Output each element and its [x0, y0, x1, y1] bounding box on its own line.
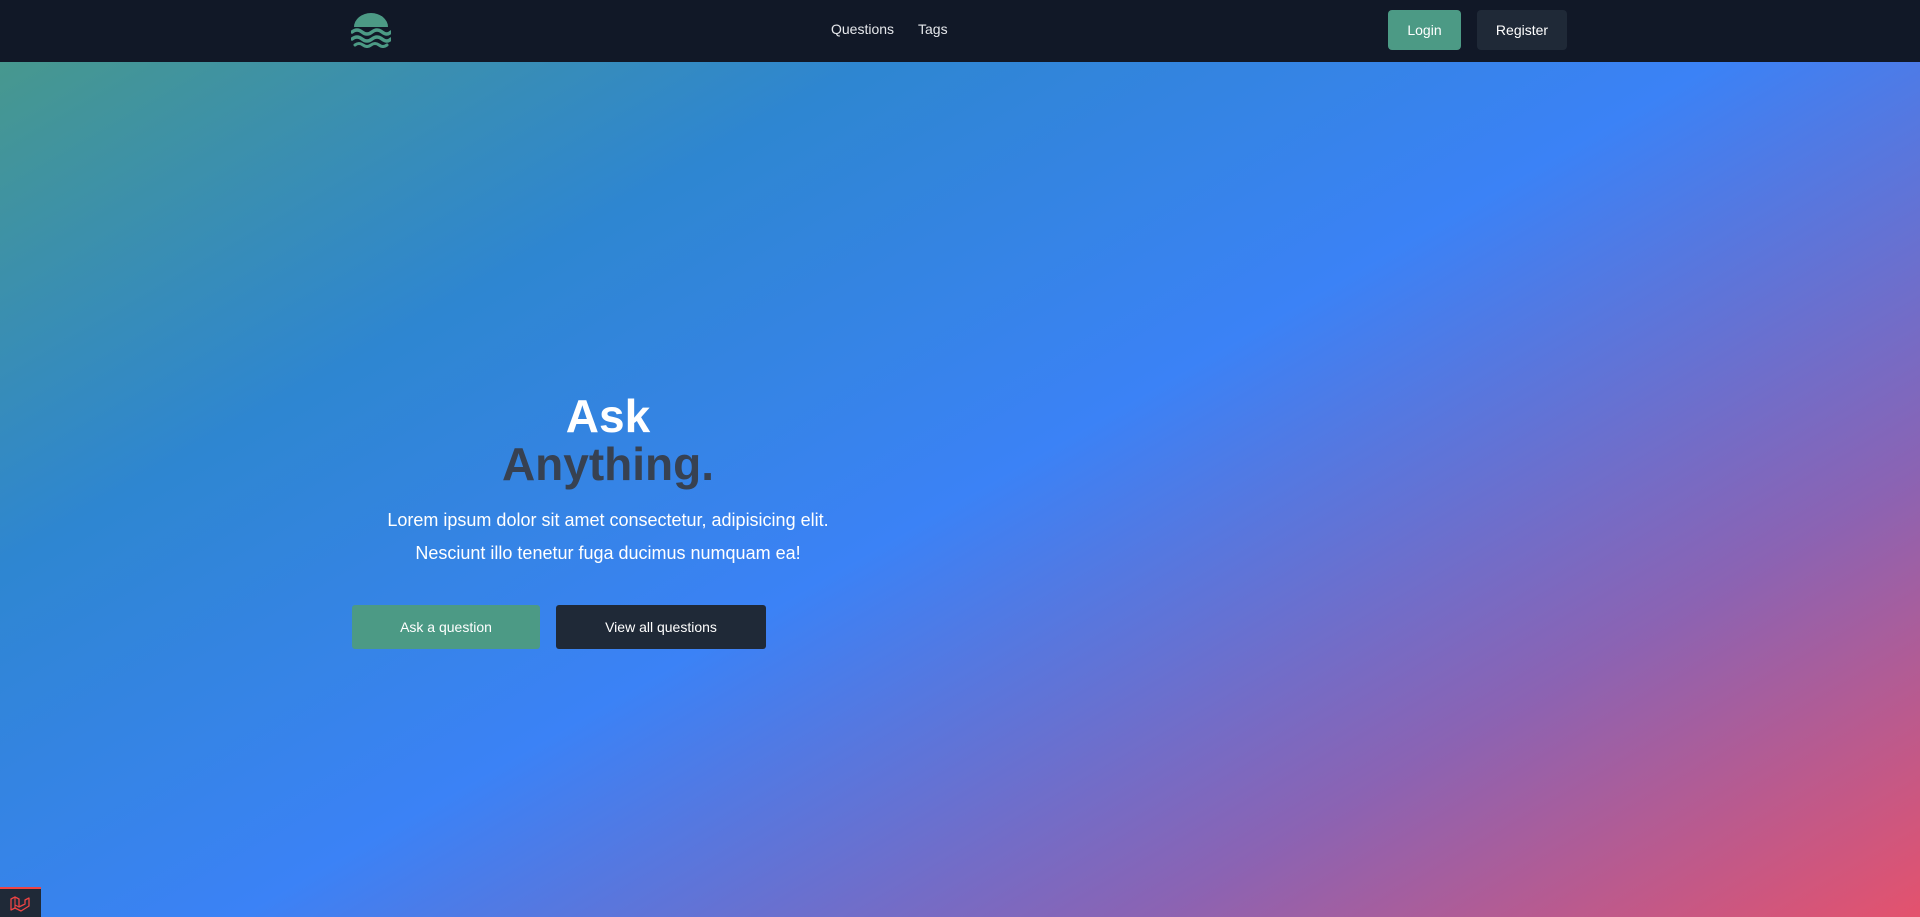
hero-subtitle-line2: Nesciunt illo tenetur fuga ducimus numqu…	[415, 543, 801, 563]
nav-links: Questions Tags	[0, 0, 1920, 62]
hero-title-line2: Anything.	[501, 438, 715, 490]
waves-logo-icon[interactable]	[351, 13, 391, 48]
view-all-questions-button[interactable]: View all questions	[556, 605, 766, 649]
hero-subtitle: Lorem ipsum dolor sit amet consectetur, …	[352, 504, 864, 570]
hero-title-line1: Ask	[565, 390, 651, 442]
ask-question-button[interactable]: Ask a question	[352, 605, 540, 649]
hero-section: Ask Anything. Lorem ipsum dolor sit amet…	[352, 392, 864, 570]
login-button[interactable]: Login	[1388, 10, 1461, 50]
hero-title: Ask Anything.	[352, 392, 864, 488]
navbar: Questions Tags Login Register	[0, 0, 1920, 62]
nav-link-questions[interactable]: Questions	[831, 21, 894, 37]
nav-link-tags[interactable]: Tags	[918, 21, 948, 37]
register-button[interactable]: Register	[1477, 10, 1567, 50]
debugbar-toggle[interactable]	[0, 887, 41, 917]
hero-subtitle-line1: Lorem ipsum dolor sit amet consectetur, …	[387, 510, 829, 530]
laravel-icon	[10, 896, 30, 912]
